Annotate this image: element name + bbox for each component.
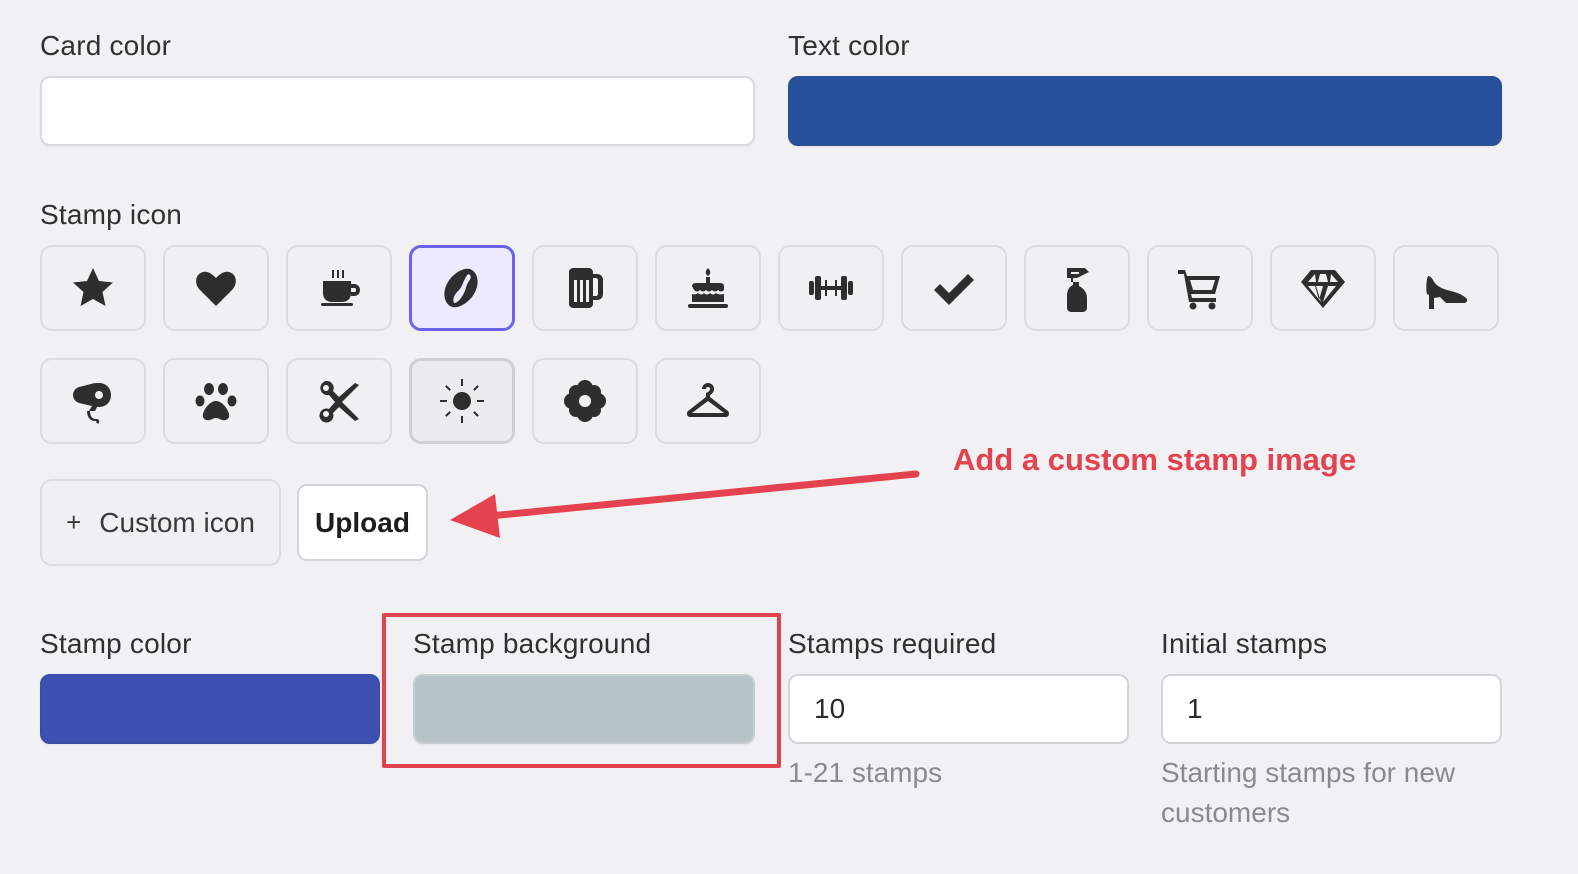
custom-icon-label: Custom icon bbox=[99, 506, 255, 538]
annotation-arrow bbox=[450, 470, 920, 538]
cake-icon bbox=[688, 268, 728, 308]
custom-icon-button[interactable]: + Custom icon bbox=[40, 479, 281, 566]
stamp-option-flower[interactable] bbox=[532, 358, 638, 444]
stamp-option-star[interactable] bbox=[40, 245, 146, 331]
stamps-required-helper: 1-21 stamps bbox=[788, 757, 943, 788]
annotation-text: Add a custom stamp image bbox=[953, 442, 1357, 477]
diamond-icon bbox=[1301, 270, 1345, 308]
stamp-option-cake[interactable] bbox=[655, 245, 761, 331]
dumbbell-icon bbox=[809, 276, 853, 300]
initial-stamps-helper-line2: customers bbox=[1161, 797, 1291, 828]
stamp-option-beer[interactable] bbox=[532, 245, 638, 331]
stamp-color-label: Stamp color bbox=[40, 628, 192, 659]
stamp-option-check[interactable] bbox=[901, 245, 1007, 331]
hanger-icon bbox=[686, 383, 730, 417]
star-icon bbox=[73, 268, 113, 306]
flower-icon bbox=[564, 380, 606, 422]
stamp-icon-label: Stamp icon bbox=[40, 199, 183, 230]
stamp-background-swatch[interactable] bbox=[413, 674, 755, 744]
stamp-option-sun[interactable] bbox=[409, 358, 515, 444]
stamps-required-input[interactable]: 10 bbox=[788, 674, 1129, 744]
stamp-option-hanger[interactable] bbox=[655, 358, 761, 444]
card-color-label: Card color bbox=[40, 30, 172, 61]
spray-bottle-icon bbox=[1067, 268, 1089, 312]
stamp-background-label: Stamp background bbox=[413, 628, 652, 659]
stamp-option-diamond[interactable] bbox=[1270, 245, 1376, 331]
stamp-option-coffee-cup[interactable] bbox=[286, 245, 392, 331]
stamp-option-paw[interactable] bbox=[163, 358, 269, 444]
plus-icon: + bbox=[66, 507, 82, 537]
scissors-icon bbox=[319, 380, 359, 423]
stamps-required-label: Stamps required bbox=[788, 628, 997, 659]
shopping-cart-icon bbox=[1178, 270, 1220, 310]
hair-dryer-icon bbox=[73, 383, 111, 424]
text-color-label: Text color bbox=[788, 30, 910, 61]
initial-stamps-label: Initial stamps bbox=[1161, 628, 1328, 659]
coffee-bean-icon bbox=[444, 268, 478, 308]
stamp-option-spray[interactable] bbox=[1024, 245, 1130, 331]
checkmark-icon bbox=[934, 274, 974, 305]
upload-button[interactable]: Upload bbox=[297, 484, 428, 561]
stamp-option-heart[interactable] bbox=[163, 245, 269, 331]
stamp-option-heel[interactable] bbox=[1393, 245, 1499, 331]
card-color-swatch[interactable] bbox=[40, 76, 755, 146]
heart-icon bbox=[196, 271, 236, 306]
high-heel-icon bbox=[1426, 276, 1468, 309]
initial-stamps-helper: Starting stamps for new customers bbox=[1161, 753, 1455, 833]
stamp-option-cart[interactable] bbox=[1147, 245, 1253, 331]
stamp-option-dumbbell[interactable] bbox=[778, 245, 884, 331]
stamp-color-swatch[interactable] bbox=[40, 674, 380, 744]
initial-stamps-helper-line1: Starting stamps for new bbox=[1161, 757, 1456, 788]
stamp-option-coffee-bean[interactable] bbox=[409, 245, 515, 331]
stamp-option-hair-dryer[interactable] bbox=[40, 358, 146, 444]
coffee-cup-icon bbox=[321, 270, 360, 306]
text-color-swatch[interactable] bbox=[788, 76, 1502, 146]
stamp-option-scissors[interactable] bbox=[286, 358, 392, 444]
beer-mug-icon bbox=[569, 268, 603, 308]
initial-stamps-input[interactable]: 1 bbox=[1161, 674, 1502, 744]
sun-icon bbox=[440, 379, 484, 423]
paw-icon bbox=[195, 383, 237, 421]
